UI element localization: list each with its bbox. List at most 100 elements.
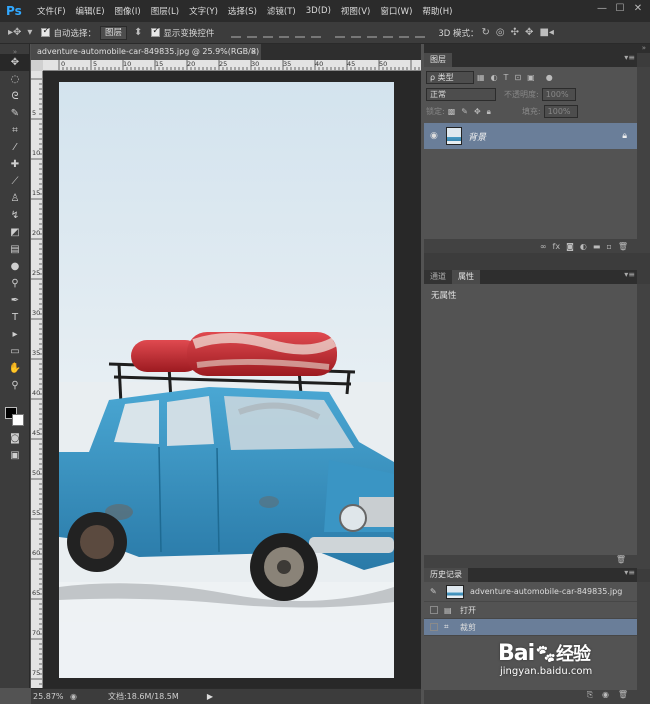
distribute-right-icon[interactable] [415,28,426,38]
show-transform-checkbox[interactable] [151,26,161,37]
menu-layer[interactable]: 图层(L) [146,5,184,17]
3d-roll-icon[interactable]: ◎ [496,27,505,38]
auto-select-checkbox[interactable] [41,26,51,37]
filter-toggle-icon[interactable]: ● [546,73,553,82]
lock-image-icon[interactable]: ✎ [461,107,468,116]
blend-mode-dropdown[interactable]: 正常 [426,88,496,101]
horizontal-ruler[interactable]: 0 5 10 15 20 25 30 35 40 45 50 [43,60,421,71]
history-source-box[interactable] [430,623,438,631]
close-window-button[interactable]: ✕ [630,2,646,16]
panel-menu-icon[interactable]: ▾≡ [624,270,635,279]
align-vcenter-icon[interactable] [247,28,258,38]
distribute-hcenter-icon[interactable] [399,28,410,38]
auto-select-dropdown[interactable]: 图层 [99,25,127,40]
move-tool-icon[interactable]: ✥ [0,54,30,71]
zoom-level[interactable]: 25.87% [33,692,67,701]
lock-transparent-icon[interactable]: ▩ [448,107,456,116]
panel-menu-icon[interactable]: ▾≡ [624,568,635,577]
hand-tool-icon[interactable]: ✋ [0,360,30,377]
canvas-area[interactable] [43,71,421,688]
ruler-origin[interactable] [31,60,43,71]
opacity-input[interactable]: 100% [541,88,576,101]
minimize-button[interactable]: — [594,2,610,16]
menu-edit[interactable]: 编辑(E) [71,5,110,17]
delete-layer-icon[interactable]: 🗑︎ [618,242,628,251]
gradient-tool-icon[interactable]: ▤ [0,241,30,258]
distribute-top-icon[interactable] [335,28,346,38]
distribute-bottom-icon[interactable] [367,28,378,38]
layers-scrollbar[interactable] [637,67,650,253]
menu-view[interactable]: 视图(V) [336,5,375,17]
align-hcenter-icon[interactable] [295,28,306,38]
history-snapshot[interactable]: ✎ adventure-automobile-car-849835.jpg [424,582,637,602]
zoom-tool-icon[interactable]: ⚲ [0,377,30,394]
brush-tool-icon[interactable]: ⟋ [0,173,30,190]
align-right-icon[interactable] [311,28,322,38]
add-mask-icon[interactable]: ◙ [566,242,574,251]
tab-channels[interactable]: 通道 [424,270,452,284]
align-left-icon[interactable] [279,28,290,38]
3d-scale-icon[interactable]: ■◂ [539,27,553,38]
menu-file[interactable]: 文件(F) [32,5,71,17]
menu-select[interactable]: 选择(S) [223,5,262,17]
eraser-tool-icon[interactable]: ◩ [0,224,30,241]
tab-layers[interactable]: 图层 [424,53,452,67]
pen-tool-icon[interactable]: ✒ [0,292,30,309]
status-menu-arrow-icon[interactable]: ▶ [207,692,213,701]
new-group-icon[interactable]: ▬ [593,242,601,251]
adjustment-layer-icon[interactable]: ◐ [580,242,587,251]
menu-window[interactable]: 窗口(W) [375,5,417,17]
history-step[interactable]: ⌗ 裁剪 [424,619,637,636]
layer-filter-kind-dropdown[interactable]: ρ 类型 [426,71,474,84]
layer-row-background[interactable]: ◉ 背景 🔒︎ [424,123,637,149]
lock-all-icon[interactable]: 🔒︎ [487,107,491,117]
background-color-swatch[interactable] [12,414,24,426]
vertical-ruler[interactable]: 5 10 15 20 25 30 35 40 45 50 55 60 65 70… [31,71,43,688]
properties-scrollbar[interactable] [637,284,650,569]
maximize-button[interactable]: ☐ [612,2,628,16]
menu-3d[interactable]: 3D(D) [301,6,336,16]
marquee-tool-icon[interactable]: ◌ [0,71,30,88]
filter-shape-icon[interactable]: ⊡ [514,73,521,82]
menu-help[interactable]: 帮助(H) [417,5,457,17]
3d-rotate-icon[interactable]: ↻ [482,27,490,38]
healing-brush-tool-icon[interactable]: ✚ [0,156,30,173]
filter-smart-icon[interactable]: ▣ [527,73,535,82]
filter-type-icon[interactable]: T [504,73,509,82]
quick-mask-icon[interactable]: ◙ [0,430,30,447]
panel-menu-icon[interactable]: ▾≡ [624,53,635,62]
menu-filter[interactable]: 滤镜(T) [262,5,301,17]
history-brush-tool-icon[interactable]: ↯ [0,207,30,224]
filter-adjust-icon[interactable]: ◐ [491,73,498,82]
lock-position-icon[interactable]: ✥ [474,107,481,116]
history-brush-source-icon[interactable]: ✎ [430,587,442,596]
screen-mode-icon[interactable]: ▣ [0,447,30,464]
align-bottom-icon[interactable] [263,28,274,38]
history-step[interactable]: ▤ 打开 [424,602,637,619]
properties-delete-icon[interactable]: 🗑︎ [616,555,626,564]
type-tool-icon[interactable]: T [0,309,30,326]
distribute-left-icon[interactable] [383,28,394,38]
tab-properties[interactable]: 属性 [452,270,480,284]
preset-dropdown-icon[interactable]: ▾ [27,27,32,38]
clone-stamp-tool-icon[interactable]: ♙ [0,190,30,207]
dodge-tool-icon[interactable]: ⚲ [0,275,30,292]
eyedropper-tool-icon[interactable]: ⁄ [0,139,30,156]
align-top-icon[interactable] [231,28,242,38]
swap-colors-icon[interactable] [0,394,30,404]
3d-drag-icon[interactable]: ✣ [511,27,519,38]
path-select-tool-icon[interactable]: ▸ [0,326,30,343]
menu-type[interactable]: 文字(Y) [184,5,223,17]
crop-tool-icon[interactable]: ⌗ [0,122,30,139]
close-document-icon[interactable]: × [250,44,257,60]
link-layers-icon[interactable]: ∞ [540,242,547,251]
lasso-tool-icon[interactable]: ᘓ [0,88,30,105]
rectangle-tool-icon[interactable]: ▭ [0,343,30,360]
menu-image[interactable]: 图像(I) [110,5,146,17]
history-source-box[interactable] [430,606,438,614]
3d-slide-icon[interactable]: ✥ [525,27,533,38]
dock-collapse-icon[interactable]: » [424,44,650,53]
blur-tool-icon[interactable]: ● [0,258,30,275]
tab-history[interactable]: 历史记录 [424,568,468,582]
quick-select-tool-icon[interactable]: ✎ [0,105,30,122]
